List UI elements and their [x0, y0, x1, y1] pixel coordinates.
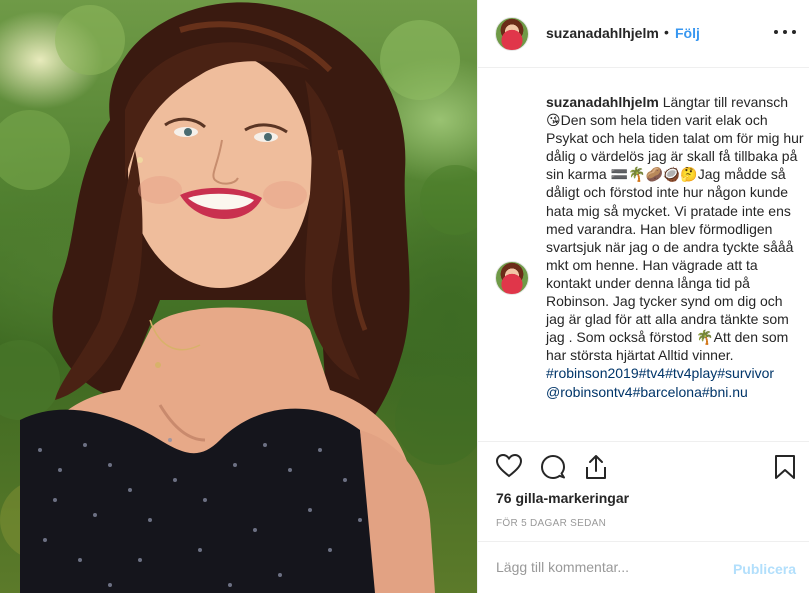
caption-part-3: Jag mådde så dåligt och förstod inte hur… [546, 166, 794, 346]
caption-text: suzanadahlhjelm Längtar till revansch 😘D… [546, 93, 804, 401]
emoji-group: 🟰🌴🥔🥥🤔 [610, 166, 698, 183]
heart-icon[interactable] [496, 454, 522, 478]
comment-input[interactable] [496, 556, 716, 578]
separator-dot: • [664, 24, 669, 40]
caption-avatar[interactable] [495, 261, 529, 295]
post-comment-button[interactable]: Publicera [733, 561, 796, 577]
post-sidebar: suzanadahlhjelm • Följ suzanadahlhjelm L… [477, 0, 809, 593]
caption-username[interactable]: suzanadahlhjelm [546, 94, 659, 110]
caption-hashtags[interactable]: #robinson2019#tv4#tv4play#survivor @robi… [546, 365, 774, 399]
photo-illustration [0, 2, 477, 593]
action-bar [478, 441, 809, 491]
kiss-emoji: 😘 [546, 112, 561, 129]
more-horizontal-icon[interactable] [774, 22, 796, 42]
caption-area: suzanadahlhjelm Längtar till revansch 😘D… [478, 69, 809, 441]
header-username[interactable]: suzanadahlhjelm [546, 25, 659, 41]
post-header: suzanadahlhjelm • Följ [478, 0, 809, 68]
likes-count[interactable]: 76 gilla-markeringar [496, 490, 629, 506]
bookmark-icon[interactable] [774, 454, 796, 480]
palm-tree-emoji: 🌴 [696, 329, 714, 346]
add-comment-section: Publicera [478, 541, 809, 593]
post-photo[interactable] [0, 0, 477, 593]
post-timestamp[interactable]: FÖR 5 DAGAR SEDAN [496, 518, 606, 529]
follow-button[interactable]: Följ [675, 25, 700, 41]
caption-part-1: Längtar till revansch [658, 94, 788, 110]
avatar[interactable] [495, 17, 529, 51]
share-icon[interactable] [584, 454, 608, 480]
comment-icon[interactable] [540, 454, 566, 480]
